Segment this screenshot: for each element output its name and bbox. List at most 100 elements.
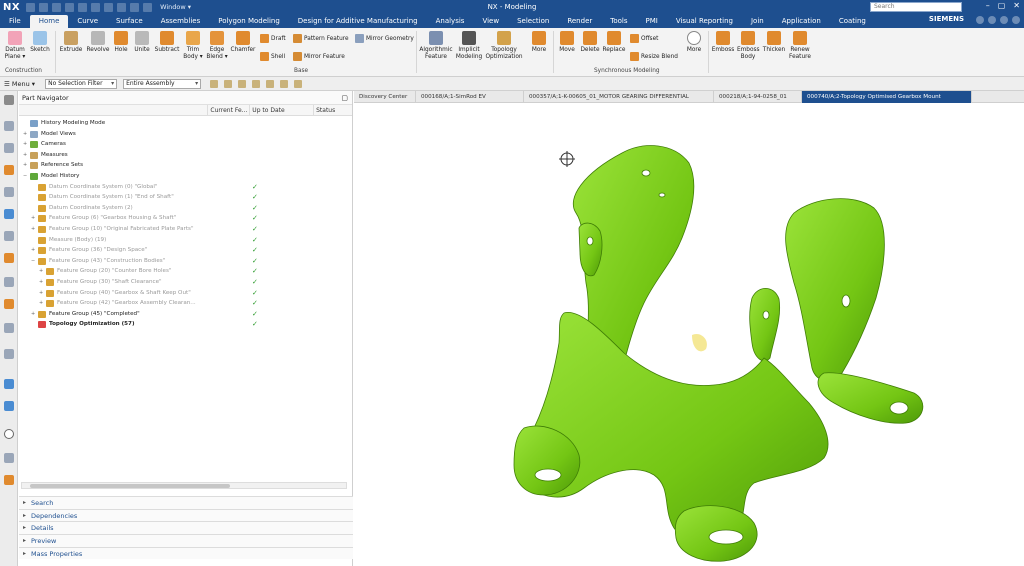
panel-dependencies[interactable]: Dependencies — [19, 508, 353, 522]
menu-tab-file[interactable]: File — [0, 15, 30, 28]
menu-tab-tools[interactable]: Tools — [601, 15, 636, 28]
tree-row[interactable]: + Feature Group (10) "Original Fabricated… — [19, 224, 349, 235]
expand-icon[interactable]: + — [31, 309, 35, 320]
more-button[interactable]: More — [528, 31, 550, 54]
panel-search[interactable]: Search — [19, 496, 353, 509]
hole-button[interactable]: Hole — [112, 31, 130, 54]
tree-row[interactable]: + Measures — [19, 150, 349, 161]
analysis-icon[interactable] — [4, 453, 14, 463]
close-icon[interactable]: ✕ — [1013, 1, 1020, 10]
touch-mode-icon[interactable] — [117, 2, 127, 12]
revolve-button[interactable]: Revolve — [86, 31, 110, 54]
graphics-window[interactable] — [354, 103, 1024, 566]
tree-row[interactable]: Topology Optimization (57) ✓ — [19, 319, 349, 330]
sketch-button[interactable]: Sketch — [29, 31, 51, 54]
extrude-button[interactable]: Extrude — [58, 31, 84, 54]
tree-row[interactable]: Datum Coordinate System (2) ✓ — [19, 203, 349, 214]
column-current-feature[interactable]: Current Fe... — [208, 105, 251, 115]
menu-tab-render[interactable]: Render — [558, 15, 601, 28]
tree-row[interactable]: − Model History — [19, 171, 349, 182]
expand-icon[interactable]: + — [23, 160, 27, 171]
part-navigator-icon[interactable] — [4, 165, 14, 175]
menu-tab-visual-reporting[interactable]: Visual Reporting — [667, 15, 742, 28]
tree-row[interactable]: + Feature Group (6) "Gearbox Housing & Sh… — [19, 213, 349, 224]
hd3d-tools-icon[interactable] — [4, 323, 14, 333]
menu-tab-analysis[interactable]: Analysis — [427, 15, 474, 28]
unite-button[interactable]: Unite — [132, 31, 152, 54]
tree-row[interactable]: + Feature Group (45) "Completed" ✓ — [19, 309, 349, 320]
switch-window-icon[interactable] — [143, 2, 153, 12]
microphone-icon[interactable] — [130, 2, 140, 12]
delete-face-button[interactable]: Delete — [579, 31, 601, 54]
tree-row[interactable]: Datum Coordinate System (0) "Global" ✓ — [19, 182, 349, 193]
tree-row[interactable]: + Feature Group (42) "Gearbox Assembly Cl… — [19, 298, 349, 309]
menu-tab-application[interactable]: Application — [773, 15, 830, 28]
menu-tab-pmi[interactable]: PMI — [637, 15, 667, 28]
settings-icon[interactable] — [1000, 16, 1008, 24]
expand-icon[interactable]: + — [23, 139, 27, 150]
tree-row[interactable]: History Modeling Mode — [19, 118, 349, 129]
info-icon[interactable] — [4, 349, 14, 359]
undo-icon[interactable] — [39, 2, 49, 12]
maximize-icon[interactable]: ▢ — [998, 1, 1006, 10]
palette-icon[interactable] — [4, 401, 14, 411]
face-rule-icon[interactable] — [266, 79, 275, 88]
selection-filter-dropdown[interactable]: No Selection Filter — [45, 78, 118, 89]
resize-blend-button[interactable]: Resize Blend — [630, 52, 678, 61]
web-browser-icon[interactable] — [4, 209, 14, 219]
document-tab[interactable]: 000218/A;1-94-0258_01 — [714, 91, 802, 103]
column-name[interactable] — [19, 105, 209, 115]
menu-tab-coating[interactable]: Coating — [830, 15, 875, 28]
menu-tab-view[interactable]: View — [473, 15, 508, 28]
settings-icon[interactable] — [4, 95, 14, 105]
expand-icon[interactable]: + — [31, 224, 35, 235]
expand-icon[interactable]: + — [39, 266, 43, 277]
pattern-feature-button[interactable]: Pattern Feature — [293, 34, 349, 43]
algorithmic-feature-button[interactable]: Algorithmic Feature — [419, 31, 453, 60]
window-menu[interactable]: Window ▾ — [160, 3, 191, 11]
select-all-icon[interactable] — [210, 79, 219, 88]
selection-scope-dropdown[interactable]: Entire Assembly — [123, 78, 202, 89]
mirror-geometry-button[interactable]: Mirror Geometry — [355, 34, 414, 43]
teamcenter-icon[interactable] — [4, 379, 14, 389]
expand-icon[interactable]: + — [39, 288, 43, 299]
menu-tab-selection[interactable]: Selection — [508, 15, 558, 28]
offset-face-button[interactable]: Offset — [630, 34, 658, 43]
mirror-feature-button[interactable]: Mirror Feature — [293, 52, 345, 61]
reuse-library-icon[interactable] — [4, 187, 14, 197]
menu-tab-join[interactable]: Join — [742, 15, 773, 28]
document-tab[interactable]: Discovery Center — [354, 91, 416, 103]
subtract-button[interactable]: Subtract — [154, 31, 180, 54]
repeat-command-icon[interactable] — [104, 2, 114, 12]
snap-point-icon[interactable] — [238, 79, 247, 88]
maximize-panel-icon[interactable]: ▢ — [341, 91, 348, 105]
menu-button[interactable]: ☰ Menu ▾ — [4, 80, 35, 88]
help-icon[interactable] — [988, 16, 996, 24]
feature-icon[interactable] — [252, 79, 261, 88]
paste-icon[interactable] — [91, 2, 101, 12]
navigator-horizontal-scrollbar[interactable] — [21, 482, 347, 489]
replace-face-button[interactable]: Replace — [601, 31, 627, 54]
collapse-icon[interactable]: − — [23, 171, 27, 182]
expand-icon[interactable]: + — [31, 245, 35, 256]
command-search-input[interactable]: Search — [870, 2, 962, 12]
expand-icon[interactable]: + — [23, 129, 27, 140]
tree-row[interactable]: + Feature Group (40) "Gearbox & Shaft Kee… — [19, 288, 349, 299]
move-face-button[interactable]: Move — [556, 31, 578, 54]
tree-row[interactable]: − Feature Group (43) "Construction Bodies… — [19, 256, 349, 267]
document-tab[interactable]: 000168/A;1-SimRod EV — [416, 91, 524, 103]
scrollbar-thumb[interactable] — [30, 484, 230, 488]
system-materials-icon[interactable] — [4, 299, 14, 309]
edge-blend-button[interactable]: Edge Blend ▾ — [206, 31, 228, 60]
tree-row[interactable]: + Feature Group (30) "Shaft Clearance" ✓ — [19, 277, 349, 288]
tree-row[interactable]: + Model Views — [19, 129, 349, 140]
active-document-tab[interactable]: 000740/A;2-Topology Optimised Gearbox Mo… — [802, 91, 972, 103]
draft-button[interactable]: Draft — [260, 34, 286, 43]
menu-tab-assemblies[interactable]: Assemblies — [152, 15, 210, 28]
column-status[interactable]: Status — [314, 105, 352, 115]
menu-tab-curve[interactable]: Curve — [68, 15, 107, 28]
datum-plane-button[interactable]: Datum Plane ▾ — [4, 31, 26, 60]
tree-row[interactable]: + Cameras — [19, 139, 349, 150]
tree-row[interactable]: + Feature Group (20) "Counter Bore Holes"… — [19, 266, 349, 277]
menu-tab-surface[interactable]: Surface — [107, 15, 152, 28]
